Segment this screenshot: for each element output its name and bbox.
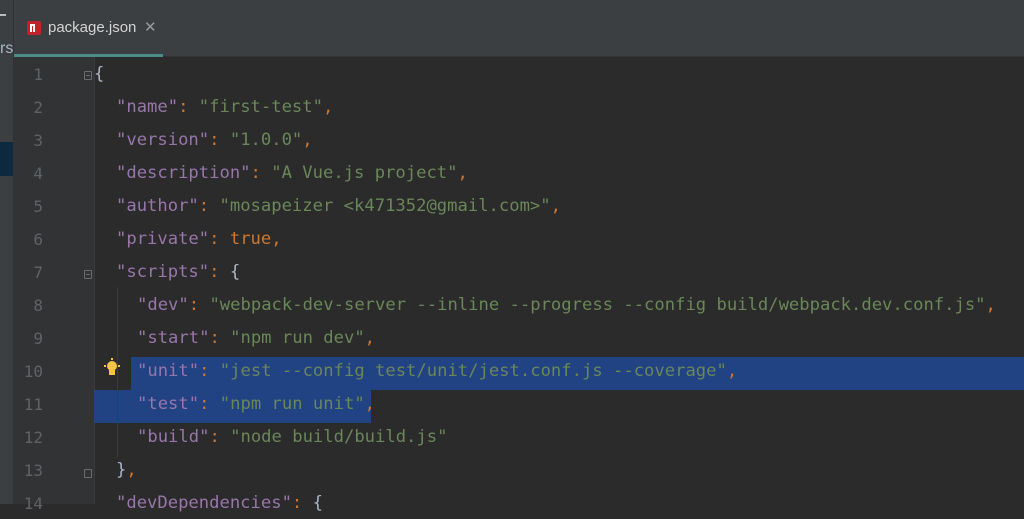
code-line[interactable]: 4 "description": "A Vue.js project", — [14, 156, 1024, 189]
panel-toggle-icon[interactable] — [0, 14, 6, 16]
code-token: : — [199, 394, 220, 414]
code-token: "jest --config test/unit/jest.conf.js --… — [219, 361, 727, 381]
line-number: 13 — [23, 461, 43, 480]
project-panel-partial-text: rs — [0, 40, 14, 57]
code-line[interactable]: 12 "build": "node build/build.js" — [14, 420, 1024, 453]
line-number: 1 — [33, 65, 43, 84]
code-token: "npm run unit" — [219, 394, 365, 414]
line-number: 2 — [33, 98, 43, 117]
code-token: "devDependencies" — [116, 493, 292, 513]
code-token: , — [985, 295, 996, 315]
code-line[interactable]: 9 "start": "npm run dev", — [14, 321, 1024, 354]
code-line[interactable]: 8 "dev": "webpack-dev-server --inline --… — [14, 288, 1024, 321]
code-token: : — [188, 295, 210, 315]
code-token: "build" — [137, 427, 210, 447]
code-line[interactable]: 14 "devDependencies": { — [14, 486, 1024, 519]
code-token: "private" — [116, 229, 210, 249]
editor-tab-bar: package.json ✕ — [14, 0, 1024, 57]
code-token: , — [126, 460, 137, 480]
code-token: "1.0.0" — [229, 130, 303, 150]
code-token: , — [364, 394, 376, 414]
code-token: { — [312, 493, 323, 513]
code-line[interactable]: 3 "version": "1.0.0", — [14, 123, 1024, 156]
code-line[interactable]: 7 "scripts": { — [14, 255, 1024, 288]
code-token: "name" — [116, 97, 179, 117]
code-token: : — [291, 493, 313, 513]
code-token: , — [726, 361, 738, 381]
code-text: "dev": "webpack-dev-server --inline --pr… — [137, 295, 996, 315]
code-token: "dev" — [137, 295, 189, 315]
code-line[interactable]: 10 "unit": "jest --config test/unit/jest… — [14, 354, 1024, 387]
line-number: 7 — [33, 263, 43, 282]
code-token: , — [271, 229, 282, 249]
line-number: 10 — [23, 362, 43, 381]
code-token: : — [209, 130, 230, 150]
code-text: "description": "A Vue.js project", — [116, 163, 468, 183]
code-token: : — [209, 427, 231, 447]
line-number: 12 — [23, 428, 43, 447]
code-line[interactable]: 2 "name": "first-test", — [14, 90, 1024, 123]
code-text: "version": "1.0.0", — [116, 130, 313, 150]
code-token: , — [302, 130, 313, 150]
code-token: { — [94, 64, 105, 84]
line-number: 4 — [33, 164, 43, 183]
code-line[interactable]: 6 "private": true, — [14, 222, 1024, 255]
code-token: , — [322, 97, 334, 117]
code-token: "mosapeizer <k471352@gmail.com>" — [219, 196, 551, 216]
tab-package-json[interactable]: package.json ✕ — [14, 0, 163, 57]
line-number: 9 — [33, 329, 43, 348]
code-token: "webpack-dev-server --inline --progress … — [209, 295, 986, 315]
code-token: { — [229, 262, 241, 282]
code-token: "npm run dev" — [230, 328, 365, 348]
code-token: : — [209, 229, 230, 249]
code-line[interactable]: 11 "test": "npm run unit", — [14, 387, 1024, 420]
code-text: "unit": "jest --config test/unit/jest.co… — [137, 361, 737, 381]
line-number: 5 — [33, 197, 43, 216]
project-tree-selection — [0, 142, 14, 176]
code-token: "unit" — [137, 361, 200, 381]
project-panel-edge: rs — [0, 0, 14, 504]
code-token: : — [250, 163, 272, 183]
line-number: 3 — [33, 131, 43, 150]
code-token: "A Vue.js project" — [271, 163, 458, 183]
code-token: "test" — [137, 394, 200, 414]
code-text: "name": "first-test", — [116, 97, 333, 117]
code-text: "devDependencies": { — [116, 493, 323, 513]
code-token: "first-test" — [198, 97, 323, 117]
code-token: : — [209, 328, 231, 348]
code-token: : — [178, 97, 199, 117]
line-number: 11 — [23, 395, 43, 414]
code-text: "start": "npm run dev", — [137, 328, 375, 348]
code-token: "start" — [137, 328, 210, 348]
code-text: "author": "mosapeizer <k471352@gmail.com… — [116, 196, 561, 216]
code-token: "description" — [116, 163, 251, 183]
code-text: { — [94, 64, 104, 84]
code-line[interactable]: 13 }, — [14, 453, 1024, 486]
code-text: "build": "node build/build.js" — [137, 427, 447, 447]
code-token: , — [457, 163, 468, 183]
code-token: true — [229, 229, 272, 249]
code-line[interactable]: 1 { — [14, 57, 1024, 90]
line-number: 6 — [33, 230, 43, 249]
code-token: : — [199, 361, 220, 381]
code-token: } — [116, 460, 127, 480]
npm-file-icon — [27, 21, 41, 35]
code-token: "scripts" — [116, 262, 210, 282]
close-icon[interactable]: ✕ — [144, 18, 157, 36]
code-token: "author" — [116, 196, 199, 216]
code-line[interactable]: 5 "author": "mosapeizer <k471352@gmail.c… — [14, 189, 1024, 222]
code-token: , — [364, 328, 376, 348]
tab-label: package.json — [48, 19, 137, 36]
code-token: "node build/build.js" — [230, 427, 448, 447]
code-token: : — [209, 262, 230, 282]
code-token: "version" — [116, 130, 210, 150]
code-text: }, — [116, 460, 137, 480]
code-token: , — [550, 196, 561, 216]
code-token: : — [198, 196, 220, 216]
code-text: "test": "npm run unit", — [137, 394, 375, 414]
code-editor[interactable]: 1 { 2 "name": "first-test", 3 "version":… — [14, 57, 1024, 513]
code-text: "private": true, — [116, 229, 282, 249]
line-number: 8 — [33, 296, 43, 315]
code-text: "scripts": { — [116, 262, 240, 282]
